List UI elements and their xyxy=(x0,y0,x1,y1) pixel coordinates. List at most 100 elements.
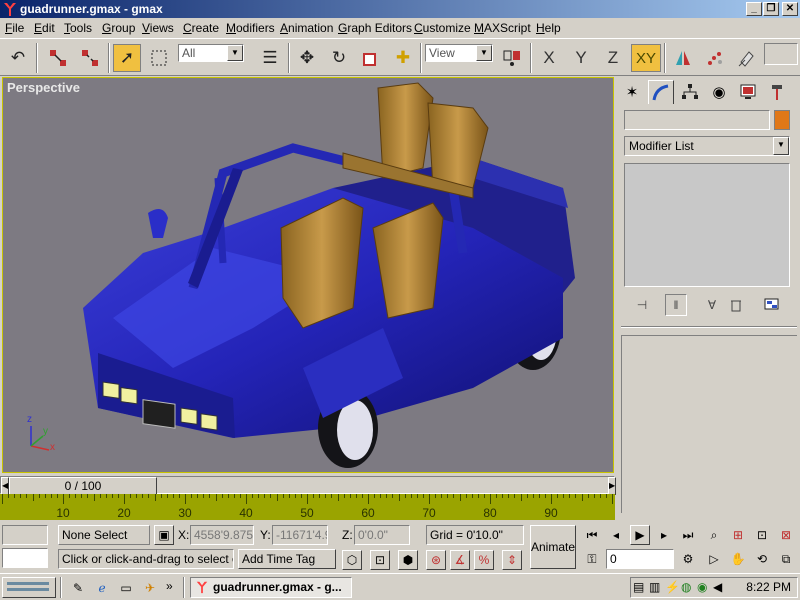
array-button[interactable] xyxy=(701,44,729,72)
menu-edit[interactable]: Edit xyxy=(34,21,55,35)
modifier-list-dropdown[interactable]: Modifier List ▼ xyxy=(624,136,790,156)
menu-group[interactable]: Group xyxy=(102,21,135,35)
snap-3d-toggle[interactable]: ⊛ xyxy=(426,550,446,570)
zoom-button[interactable]: ⌕ xyxy=(704,525,724,545)
menu-modifiers[interactable]: Modifiers xyxy=(226,21,275,35)
remove-modifier-button[interactable] xyxy=(725,294,747,316)
pin-stack-button[interactable]: ⊣ xyxy=(631,294,653,316)
time-slider-thumb[interactable]: 0 / 100 xyxy=(9,477,157,495)
show-end-result-button[interactable]: ‖ xyxy=(665,294,687,316)
taskbar-button-gmax[interactable]: guadrunner.gmax - g... xyxy=(190,577,352,598)
clock[interactable]: 8:22 PM xyxy=(746,580,791,594)
mirror-button[interactable] xyxy=(669,44,697,72)
tray-power-icon[interactable]: ⚡ xyxy=(665,580,680,594)
menu-create[interactable]: Create xyxy=(183,21,219,35)
x-coord-field[interactable]: 4558'9.875 xyxy=(190,525,254,545)
prev-frame-button[interactable]: ◂ xyxy=(606,525,626,545)
time-slider[interactable]: ◀ 0 / 100 ▶ xyxy=(0,476,616,495)
key-mode-toggle[interactable]: ⚿ xyxy=(582,549,602,569)
maxscript-listener-mini[interactable] xyxy=(2,525,48,545)
maximize-viewport-button[interactable]: ⧉ xyxy=(776,549,796,569)
tab-hierarchy[interactable] xyxy=(677,80,703,104)
pan-button[interactable]: ✋ xyxy=(728,549,748,569)
zoom-extents-button[interactable]: ⊡ xyxy=(752,525,772,545)
z-coord-field[interactable]: 0'0.0" xyxy=(354,525,410,545)
tab-modify[interactable] xyxy=(648,80,674,104)
constrain-y-button[interactable]: Y xyxy=(567,44,595,72)
viewport-label[interactable]: Perspective xyxy=(7,80,80,95)
tab-utilities[interactable] xyxy=(764,80,790,104)
goto-start-button[interactable]: ⏮ xyxy=(582,525,602,545)
tab-create[interactable]: ✶ xyxy=(619,80,645,104)
title-bar[interactable]: guadrunner.gmax - gmax _ ❐ ✕ xyxy=(0,0,800,18)
lock-selection-button[interactable]: ▣ xyxy=(154,525,174,545)
rotate-button[interactable]: ↻ xyxy=(325,44,353,72)
unlink-button[interactable] xyxy=(76,44,104,72)
percent-snap-toggle[interactable]: % xyxy=(474,550,494,570)
quicklaunch-app-button[interactable]: ✈ xyxy=(140,578,160,598)
object-color-swatch[interactable] xyxy=(774,110,790,130)
make-unique-button[interactable]: ∀ xyxy=(701,294,723,316)
track-bar[interactable]: 10 20 30 40 50 60 70 80 90 xyxy=(0,494,615,520)
manipulate-button[interactable]: ✚ xyxy=(389,44,417,72)
menu-graph-editors[interactable]: Graph Editors xyxy=(338,21,412,35)
y-coord-field[interactable]: -11671'4.90 xyxy=(272,525,328,545)
menu-tools[interactable]: Tools xyxy=(64,21,92,35)
zoom-all-button[interactable]: ⊞ xyxy=(728,525,748,545)
zoom-extents-all-button[interactable]: ⊠ xyxy=(776,525,796,545)
pivot-center-button[interactable] xyxy=(498,44,526,72)
perspective-viewport[interactable]: Perspective z x y xyxy=(2,77,614,473)
time-slider-next-button[interactable]: ▶ xyxy=(608,477,616,495)
menu-file[interactable]: File xyxy=(5,21,24,35)
tab-motion[interactable]: ◉ xyxy=(706,80,732,104)
spinner-snap-toggle[interactable]: ⇕ xyxy=(502,550,522,570)
select-by-name-button[interactable]: ☰ xyxy=(256,44,284,72)
angle-snap-toggle[interactable]: ∡ xyxy=(450,550,470,570)
quicklaunch-edit-button[interactable]: ✎ xyxy=(68,578,88,598)
arc-rotate-button[interactable]: ⟲ xyxy=(752,549,772,569)
tray-printer-icon[interactable]: ▤ xyxy=(633,580,644,594)
reference-coord-dropdown[interactable]: View ▼ xyxy=(425,44,493,62)
constrain-x-button[interactable]: X xyxy=(535,44,563,72)
play-button[interactable]: ▶ xyxy=(630,525,650,545)
start-button[interactable] xyxy=(2,577,56,598)
current-frame-field[interactable]: 0 xyxy=(606,549,674,569)
tab-display[interactable] xyxy=(735,80,761,104)
tray-antivirus-icon[interactable]: ◉ xyxy=(697,580,707,594)
constrain-z-button[interactable]: Z xyxy=(599,44,627,72)
quicklaunch-more[interactable]: » xyxy=(166,579,173,593)
minimize-button[interactable]: _ xyxy=(746,2,762,16)
menu-views[interactable]: Views xyxy=(142,21,174,35)
menu-animation[interactable]: Animation xyxy=(280,21,333,35)
maxscript-input-mini[interactable] xyxy=(2,548,48,568)
restore-button[interactable]: ❐ xyxy=(763,2,779,16)
menu-customize[interactable]: Customize xyxy=(414,21,471,35)
quicklaunch-desktop-button[interactable]: ▭ xyxy=(116,578,136,598)
undo-button[interactable]: ↶ xyxy=(4,44,32,72)
close-button[interactable]: ✕ xyxy=(782,2,798,16)
animate-button[interactable]: Animate xyxy=(530,525,576,569)
add-time-tag-button[interactable]: Add Time Tag xyxy=(238,549,336,569)
modifier-stack[interactable] xyxy=(624,163,790,287)
align-button[interactable] xyxy=(733,44,761,72)
quicklaunch-ie-button[interactable]: ℯ xyxy=(92,578,112,598)
field-of-view-button[interactable]: ▷ xyxy=(704,549,724,569)
crossing-selection-toggle[interactable]: ⊡ xyxy=(370,550,390,570)
constrain-xy-button[interactable]: XY xyxy=(631,44,661,72)
goto-end-button[interactable]: ⏭ xyxy=(678,525,698,545)
tray-volume-icon[interactable]: ◀ xyxy=(713,580,722,594)
select-link-button[interactable] xyxy=(44,44,72,72)
time-config-button[interactable]: ⚙ xyxy=(678,549,698,569)
next-frame-button[interactable]: ▸ xyxy=(654,525,674,545)
select-object-button[interactable]: ➚ xyxy=(113,44,141,72)
selection-lock-toggle[interactable]: ⬡ xyxy=(342,550,362,570)
region-select-button[interactable] xyxy=(145,44,173,72)
selection-filter-dropdown[interactable]: All ▼ xyxy=(178,44,244,62)
configure-sets-button[interactable] xyxy=(761,294,783,316)
menu-maxscript[interactable]: MAXScript xyxy=(474,21,531,35)
move-button[interactable]: ✥ xyxy=(293,44,321,72)
object-name-field[interactable] xyxy=(624,110,770,130)
named-selection-field[interactable] xyxy=(764,43,798,65)
degradation-override-toggle[interactable]: ⬢ xyxy=(398,550,418,570)
menu-help[interactable]: Help xyxy=(536,21,561,35)
